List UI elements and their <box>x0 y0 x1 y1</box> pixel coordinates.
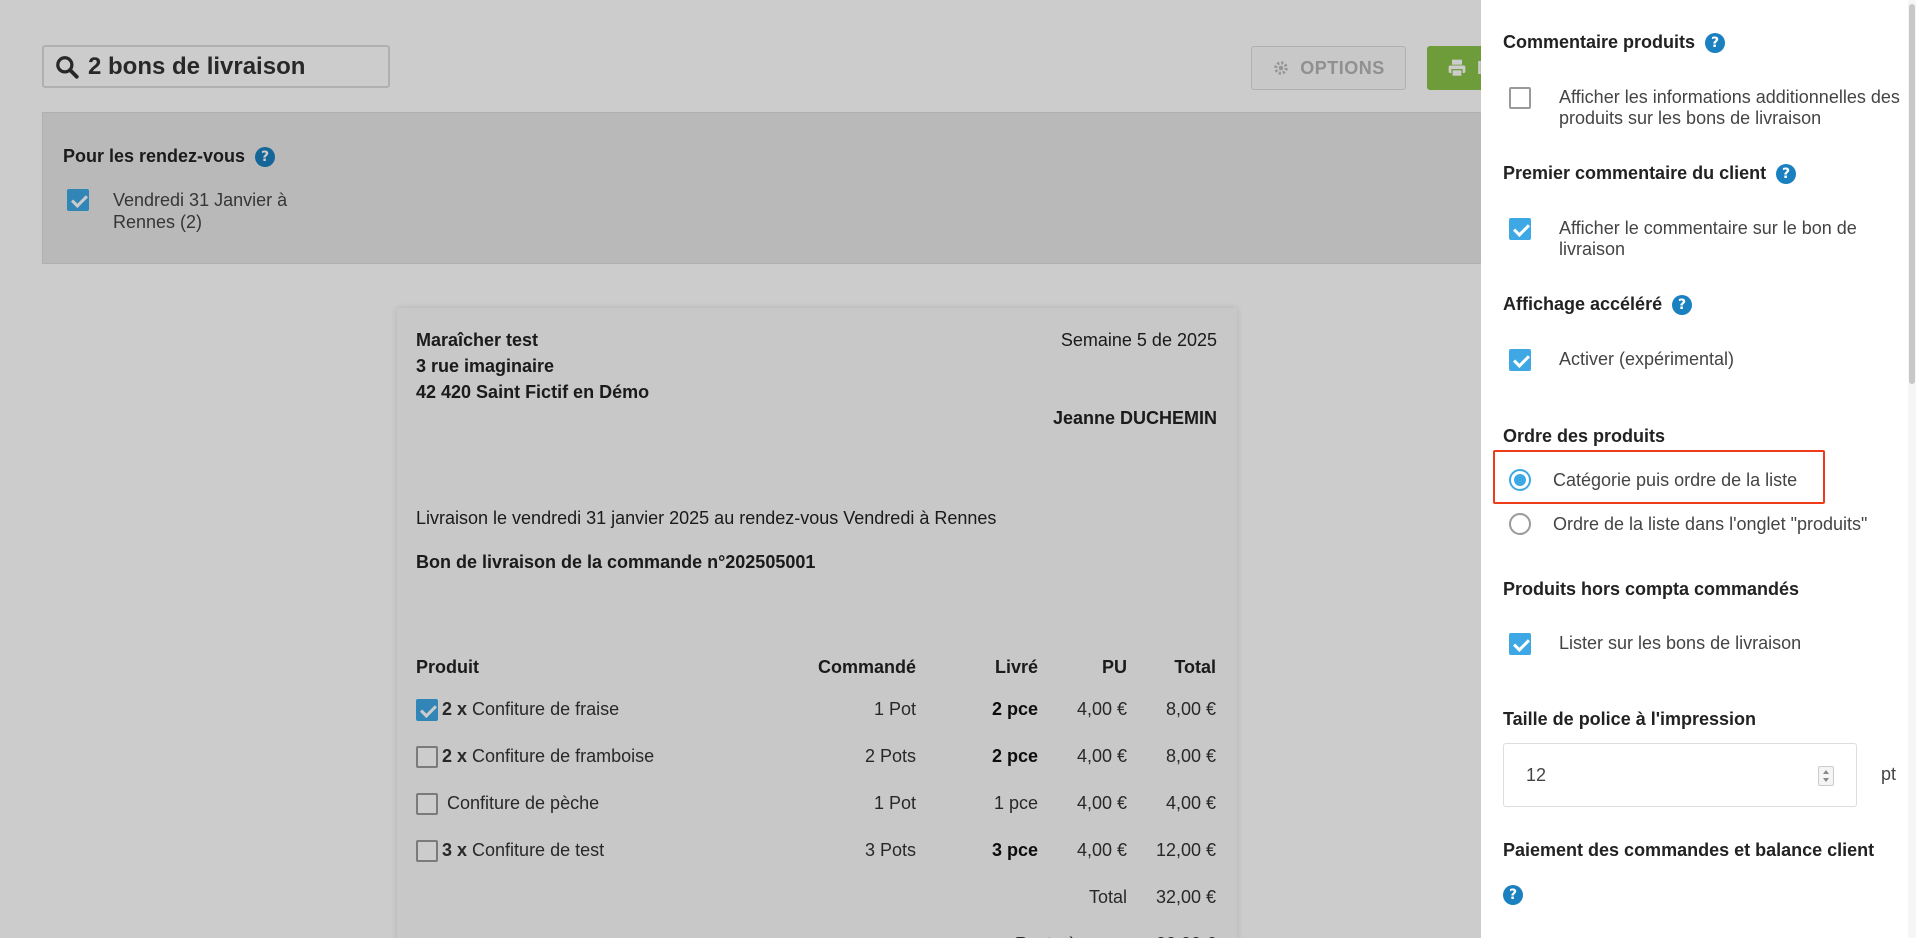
font-size-title: Taille de police à l'impression <box>1503 709 1757 729</box>
fast-display-checkbox[interactable] <box>1509 349 1531 371</box>
product-order-radio-list[interactable] <box>1509 513 1531 535</box>
panel-scrollbar[interactable] <box>1908 0 1916 938</box>
product-order-title: Ordre des produits <box>1503 426 1666 446</box>
font-size-value: 12 <box>1526 765 1547 785</box>
modal-backdrop[interactable] <box>0 0 1481 938</box>
client-comment-title-text: Premier commentaire du client <box>1503 163 1767 183</box>
product-comment-title-text: Commentaire produits <box>1503 32 1696 52</box>
client-comment-option[interactable]: Afficher le commentaire sur le bon de li… <box>1509 218 1916 260</box>
client-comment-title: Premier commentaire du client ? <box>1503 163 1797 184</box>
product-comment-option[interactable]: Afficher les informations additionnelles… <box>1509 87 1916 129</box>
font-size-spinner[interactable] <box>1818 766 1834 786</box>
client-comment-checkbox[interactable] <box>1509 218 1531 240</box>
off-account-title: Produits hors compta commandés <box>1503 579 1800 599</box>
help-icon[interactable]: ? <box>1705 32 1726 53</box>
product-order-option-list[interactable]: Ordre de la liste dans l'onglet "produit… <box>1509 513 1867 535</box>
off-account-option[interactable]: Lister sur les bons de livraison <box>1509 633 1916 655</box>
client-comment-label: Afficher le commentaire sur le bon de li… <box>1559 218 1857 259</box>
font-size-input[interactable]: 12 <box>1503 743 1857 807</box>
fast-display-title: Affichage accéléré ? <box>1503 294 1693 315</box>
payment-title: Paiement des commandes et balance client <box>1503 840 1875 860</box>
help-icon[interactable]: ? <box>1776 163 1797 184</box>
help-icon[interactable]: ? <box>1503 885 1523 905</box>
fast-display-title-text: Affichage accéléré <box>1503 294 1663 314</box>
off-account-checkbox[interactable] <box>1509 633 1531 655</box>
font-size-unit: pt <box>1881 764 1897 784</box>
product-comment-label: Afficher les informations additionnelles… <box>1559 87 1900 128</box>
scrollbar-thumb[interactable] <box>1909 4 1915 384</box>
product-comment-title: Commentaire produits ? <box>1503 32 1726 53</box>
off-account-label: Lister sur les bons de livraison <box>1559 633 1802 653</box>
help-icon[interactable]: ? <box>1672 294 1693 315</box>
fast-display-label: Activer (expérimental) <box>1559 349 1735 369</box>
fast-display-option[interactable]: Activer (expérimental) <box>1509 349 1916 371</box>
product-order-label-list: Ordre de la liste dans l'onglet "produit… <box>1553 513 1868 534</box>
product-comment-checkbox[interactable] <box>1509 87 1531 109</box>
highlight-box <box>1493 450 1825 504</box>
